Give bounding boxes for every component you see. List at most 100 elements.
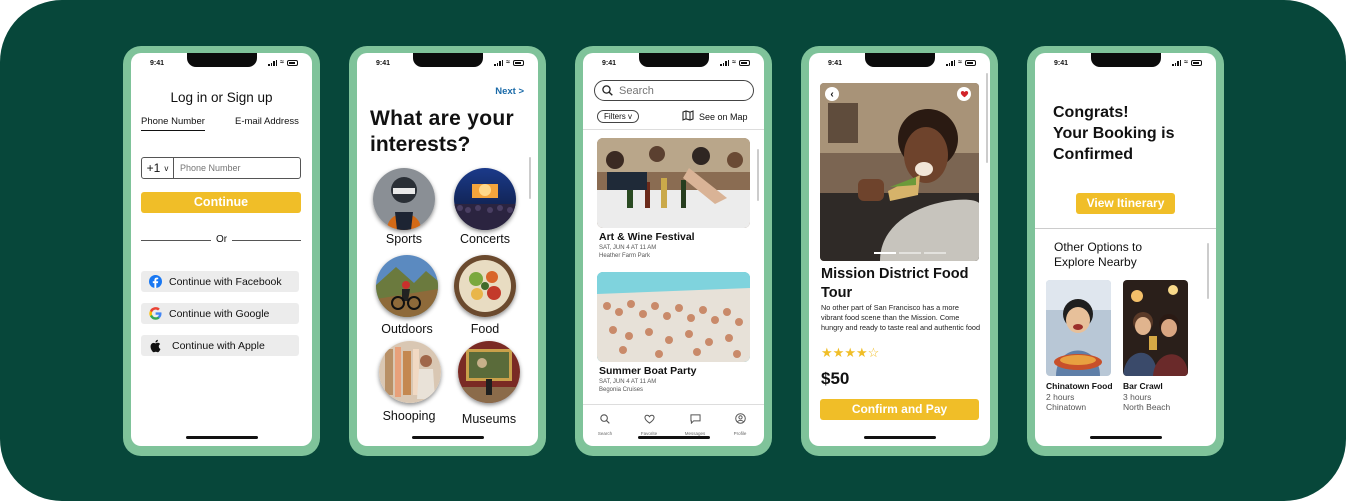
status-time: 9:41 [1054,60,1069,67]
phone-detail: 9:41 ≈ ‹ Mission District Food Tour No o… [801,46,998,456]
scrollbar[interactable] [529,157,531,199]
google-label: Continue with Google [169,307,270,320]
tour-price: $50 [821,369,850,388]
option-image-chinatown[interactable] [1046,280,1111,376]
detail-screen: 9:41 ≈ ‹ Mission District Food Tour No o… [809,53,990,446]
nearby-heading-line-2: Explore Nearby [1054,255,1137,269]
tour-description: No other part of San Francisco has a mor… [821,303,981,332]
apple-button[interactable]: Continue with Apple [141,335,299,356]
divider [583,129,764,130]
nearby-heading: Other Options to Explore Nearby [1054,240,1142,270]
event-title[interactable]: Art & Wine Festival [599,231,695,243]
option-duration: 2 hours [1046,392,1075,402]
event-image-wine[interactable] [597,138,750,228]
star-filled-icon: ★ [832,345,845,360]
tab-email-address[interactable]: E-mail Address [235,116,299,127]
scrollbar[interactable] [986,73,988,163]
status-time: 9:41 [376,60,391,67]
tab-bar-divider [583,404,764,405]
option-place: North Beach [1123,402,1171,412]
status-bar: 9:41 ≈ [131,59,312,69]
tab-label: Profile [733,431,747,436]
interest-food[interactable] [454,255,516,317]
scrollbar[interactable] [1207,243,1209,299]
tab-phone-number[interactable]: Phone Number [141,116,205,131]
image-pagination [874,252,946,254]
search-bar[interactable] [594,80,754,101]
interests-heading: What are your interests? [370,106,530,158]
profile-icon [734,411,746,428]
heart-icon [960,85,969,103]
tour-title-line-1: Mission District Food [821,266,969,282]
apple-icon [148,339,162,353]
tab-search[interactable]: Search [587,411,623,436]
event-date: SAT, JUN 4 AT 11 AM [599,379,657,385]
nearby-heading-line-1: Other Options to [1054,240,1143,254]
status-time: 9:41 [150,60,165,67]
option-image-bar-crawl[interactable] [1123,280,1188,376]
confirm-and-pay-button[interactable]: Confirm and Pay [820,399,979,420]
star-filled-icon: ★ [821,345,833,360]
phone-interests: 9:41 ≈ Next > What are your interests? S… [349,46,546,456]
home-indicator [637,436,710,439]
signal-icon [494,59,504,66]
event-place: Heather Farm Park [599,253,651,259]
see-on-map-button[interactable]: See on Map [682,110,748,123]
star-empty-icon: ☆ [867,345,880,360]
tour-title-line-2: Tour [821,285,853,301]
interest-concerts-label: Concerts [459,232,511,246]
next-link[interactable]: Next > [495,86,524,97]
continue-button[interactable]: Continue [141,192,301,213]
see-on-map-label: See on Map [699,111,748,122]
phone-confirmed: 9:41 ≈ Congrats! Your Booking is Confirm… [1027,46,1224,456]
country-code-select[interactable]: +1 v [142,158,174,178]
battery-icon [1191,59,1202,66]
tour-hero-image [820,83,979,261]
view-itinerary-button[interactable]: View Itinerary [1076,193,1175,214]
option-title[interactable]: Bar Crawl [1123,381,1163,391]
login-title: Log in or Sign up [170,90,273,105]
battery-icon [513,59,524,66]
home-indicator [411,436,484,439]
facebook-button[interactable]: Continue with Facebook [141,271,299,292]
back-button[interactable]: ‹ [825,87,839,101]
event-place: Begonia Cruises [599,387,644,393]
phone-field: +1 v [141,157,301,179]
tab-messages[interactable]: Messages [677,411,713,436]
scrollbar[interactable] [757,149,759,201]
interest-outdoors-label: Outdoors [381,322,433,336]
signal-icon [720,59,730,66]
country-code: +1 [146,161,161,175]
interest-sports[interactable] [373,168,435,230]
phone-number-input[interactable] [176,158,298,178]
tab-label: Search [597,431,613,436]
tab-profile[interactable]: Profile [722,411,758,436]
interest-shopping-label: Shooping [382,409,436,423]
filters-button[interactable]: Filters v [597,110,639,123]
tab-favorite[interactable]: Favorite [631,411,667,436]
home-indicator [185,436,258,439]
search-icon [600,411,610,428]
event-image-boat[interactable] [597,272,750,362]
apple-label: Continue with Apple [172,339,265,352]
heart-icon [643,411,655,428]
event-title[interactable]: Summer Boat Party [599,365,696,377]
rating-stars: ★ ★ ★ ★ ☆ [821,345,879,361]
search-icon [602,85,613,96]
status-bar: 9:41 ≈ [583,59,764,69]
showcase-background: 9:41 ≈ Log in or Sign up Phone Number E-… [0,0,1346,501]
wifi-icon: ≈ [280,59,284,66]
favorite-button[interactable] [957,87,971,101]
google-button[interactable]: Continue with Google [141,303,299,324]
tour-title: Mission District Food Tour [821,265,986,303]
option-title[interactable]: Chinatown Food [1046,381,1113,391]
wifi-icon: ≈ [506,59,510,66]
star-filled-icon: ★ [844,345,856,360]
interest-shopping[interactable] [379,341,441,403]
interest-museums[interactable] [458,341,520,403]
search-input[interactable] [619,84,739,97]
phone-login: 9:41 ≈ Log in or Sign up Phone Number E-… [123,46,320,456]
phone-search: 9:41 ≈ Filters v See on Map Art & Wine F… [575,46,772,456]
interest-concerts[interactable] [454,168,516,230]
interest-outdoors[interactable] [376,255,438,317]
